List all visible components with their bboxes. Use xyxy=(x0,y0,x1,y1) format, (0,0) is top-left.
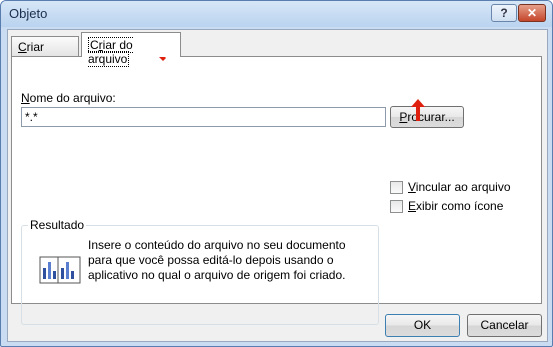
close-button[interactable]: ✕ xyxy=(518,4,546,22)
help-icon: ? xyxy=(500,6,508,20)
window-title: Objeto xyxy=(9,6,48,21)
tab-label: Criar do arquivo xyxy=(88,37,133,67)
dialog-window: Objeto ? ✕ Criar novo Criar do arquivo N… xyxy=(0,0,553,347)
browse-button[interactable]: Procurar... xyxy=(390,106,464,128)
title-bar[interactable]: Objeto ? ✕ xyxy=(1,1,552,27)
dialog-body: Criar novo Criar do arquivo Nome do arqu… xyxy=(7,29,548,342)
result-title: Resultado xyxy=(28,218,87,232)
help-button[interactable]: ? xyxy=(491,4,517,22)
link-to-file-label: Vincular ao arquivo xyxy=(408,180,511,194)
display-as-icon-checkbox[interactable] xyxy=(390,200,403,213)
ok-label: OK xyxy=(413,318,432,332)
cancel-button[interactable]: Cancelar xyxy=(467,314,542,337)
file-name-input[interactable]: *.* xyxy=(21,107,386,127)
display-as-icon-label: Exibir como ícone xyxy=(408,199,504,213)
result-description: Insere o conteúdo do arquivo no seu docu… xyxy=(88,238,346,282)
tab-panel: Nome do arquivo: *.* Procurar... Vincula… xyxy=(11,56,542,325)
tab-criar-do-arquivo[interactable]: Criar do arquivo xyxy=(81,32,181,67)
cancel-label: Cancelar xyxy=(480,318,529,332)
link-to-file-checkbox[interactable] xyxy=(390,181,403,194)
close-icon: ✕ xyxy=(526,6,538,20)
result-group: Resultado Insere o conteúdo do arquivo n… xyxy=(21,218,379,325)
tab-criar-novo[interactable]: Criar novo xyxy=(11,36,79,68)
embedded-file-icon xyxy=(39,256,81,284)
file-name-label: Nome do arquivo: xyxy=(21,91,116,105)
browse-pointer-arrow xyxy=(411,99,425,121)
ok-button[interactable]: OK xyxy=(385,314,460,337)
